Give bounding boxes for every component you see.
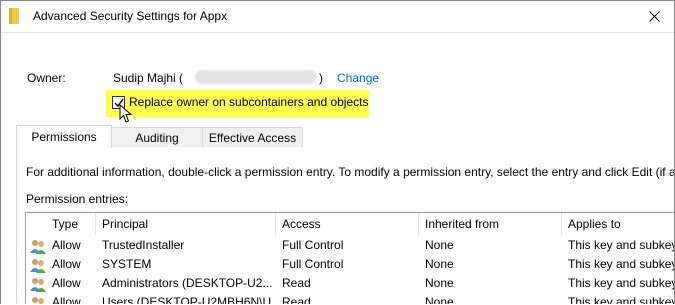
close-icon	[648, 11, 660, 22]
permissions-info-text: For additional information, double-click…	[26, 165, 675, 179]
cell-applies-to: This key and subkeys	[568, 257, 675, 271]
cell-applies-to: This key and subkeys	[568, 295, 675, 304]
advanced-security-window: Advanced Security Settings for Appx Owne…	[0, 0, 675, 304]
column-header-access[interactable]: Access	[276, 213, 419, 235]
column-header-applies-to[interactable]: Applies to	[562, 213, 674, 235]
cell-access: Full Control	[282, 257, 344, 271]
change-owner-link[interactable]: Change	[337, 71, 379, 85]
cell-type: Allow	[52, 238, 81, 252]
title-bar: Advanced Security Settings for Appx	[1, 1, 674, 33]
cell-principal: Users (DESKTOP-U2MBH6N\U...	[102, 295, 274, 304]
permission-entries-label: Permission entries:	[26, 192, 129, 206]
cell-applies-to: This key and subkeys	[568, 238, 675, 252]
cell-applies-to: This key and subkeys	[568, 276, 675, 290]
users-icon	[30, 295, 46, 304]
close-button[interactable]	[634, 1, 674, 32]
replace-owner-label[interactable]: Replace owner on subcontainers and objec…	[129, 95, 368, 109]
tab-auditing[interactable]: Auditing	[111, 127, 203, 147]
cell-principal: TrustedInstaller	[102, 238, 185, 252]
tab-permissions[interactable]: Permissions	[16, 125, 112, 148]
cell-access: Read	[282, 295, 311, 304]
cell-access: Read	[282, 276, 311, 290]
cell-inherited-from: None	[425, 276, 454, 290]
tab-effective-access[interactable]: Effective Access	[202, 127, 303, 147]
users-icon	[30, 257, 46, 273]
permission-entries-list[interactable]: Type Principal Access Inherited from App…	[25, 212, 675, 304]
table-row[interactable]: Allow SYSTEM Full Control None This key …	[26, 255, 675, 274]
users-icon	[30, 238, 46, 254]
cell-principal: SYSTEM	[102, 257, 152, 271]
cell-inherited-from: None	[425, 238, 454, 252]
column-header-principal[interactable]: Principal	[96, 213, 276, 235]
users-icon	[30, 276, 46, 292]
table-row[interactable]: Allow TrustedInstaller Full Control None…	[26, 236, 675, 255]
mouse-pointer-icon	[119, 103, 133, 127]
column-header-type[interactable]: Type	[46, 213, 96, 235]
cell-type: Allow	[52, 276, 81, 290]
owner-email-redacted	[195, 70, 317, 84]
cell-type: Allow	[52, 295, 81, 304]
owner-label: Owner:	[27, 71, 66, 85]
owner-name-close: )	[319, 71, 323, 85]
table-row[interactable]: Allow Administrators (DESKTOP-U2... Read…	[26, 274, 675, 293]
cell-inherited-from: None	[425, 257, 454, 271]
column-header-inherited-from[interactable]: Inherited from	[419, 213, 562, 235]
table-row[interactable]: Allow Users (DESKTOP-U2MBH6N\U... Read N…	[26, 293, 675, 304]
window-title: Advanced Security Settings for Appx	[33, 9, 228, 23]
cell-type: Allow	[52, 257, 81, 271]
owner-name: Sudip Majhi (	[113, 71, 184, 85]
cell-principal: Administrators (DESKTOP-U2...	[102, 276, 273, 290]
cell-inherited-from: None	[425, 295, 454, 304]
folder-icon	[9, 8, 19, 24]
cell-access: Full Control	[282, 238, 344, 252]
